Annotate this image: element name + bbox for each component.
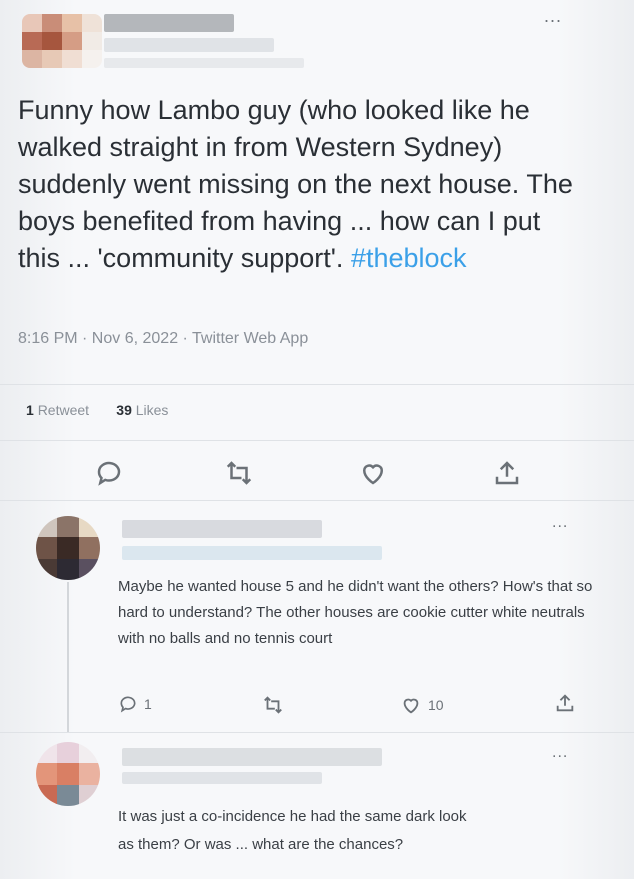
reply-2-more-button[interactable]: ... [552,744,568,762]
main-tweet-text: Funny how Lambo guy (who looked like he … [18,92,578,277]
main-tweet-username-2 [104,58,304,68]
screenshot-page: ... Funny how Lambo guy (who looked like… [0,0,634,879]
likes-stat[interactable]: 39 Likes [116,402,168,418]
reply-1-display-name[interactable] [122,520,322,538]
reply-1-retweet-button[interactable] [262,694,284,716]
reply-2-text-line-2: as them? Or was ... what are the chances… [118,836,404,853]
retweet-icon [264,696,282,714]
main-tweet-meta[interactable]: 8:16 PM · Nov 6, 2022 · Twitter Web App [18,330,308,348]
divider [0,440,634,441]
reply-1-like-button[interactable]: 10 [400,694,444,716]
main-tweet-body: Funny how Lambo guy (who looked like he … [18,95,581,273]
divider [0,384,634,385]
reply-1-like-count: 10 [428,697,444,713]
divider [0,500,634,501]
hashtag-link[interactable]: #theblock [351,243,467,273]
reply-icon [120,696,136,713]
thread-line [67,582,69,732]
reply-1-username[interactable] [122,546,382,560]
reply-1-more-button[interactable]: ... [552,514,568,532]
reply-2-avatar[interactable] [36,742,100,806]
reply-1-text: Maybe he wanted house 5 and he didn't wa… [118,578,597,647]
heart-icon[interactable] [358,458,388,488]
share-icon[interactable] [492,458,522,488]
retweet-icon[interactable] [224,458,254,488]
reply-icon[interactable] [94,458,124,488]
main-tweet-display-name[interactable] [104,14,234,32]
main-tweet-username[interactable] [104,38,274,52]
reply-1-avatar[interactable] [36,516,100,580]
reply-1-reply-count: 1 [144,696,152,712]
reply-2-text-line-1: It was just a co-incidence he had the sa… [118,808,467,825]
main-tweet-actions [0,456,634,492]
reply-2-username[interactable] [122,772,322,784]
retweet-stat[interactable]: 1 Retweet [26,402,89,418]
share-icon [556,694,574,712]
divider [0,732,634,733]
main-tweet-stats: 1 Retweet 39 Likes [26,402,168,418]
reply-1-share-button[interactable] [554,692,576,714]
main-tweet-more-button[interactable]: ... [544,6,562,27]
reply-2-display-name[interactable] [122,748,382,766]
heart-icon [403,698,419,714]
main-tweet-avatar[interactable] [22,14,102,68]
reply-1-reply-button[interactable]: 1 [118,694,152,714]
